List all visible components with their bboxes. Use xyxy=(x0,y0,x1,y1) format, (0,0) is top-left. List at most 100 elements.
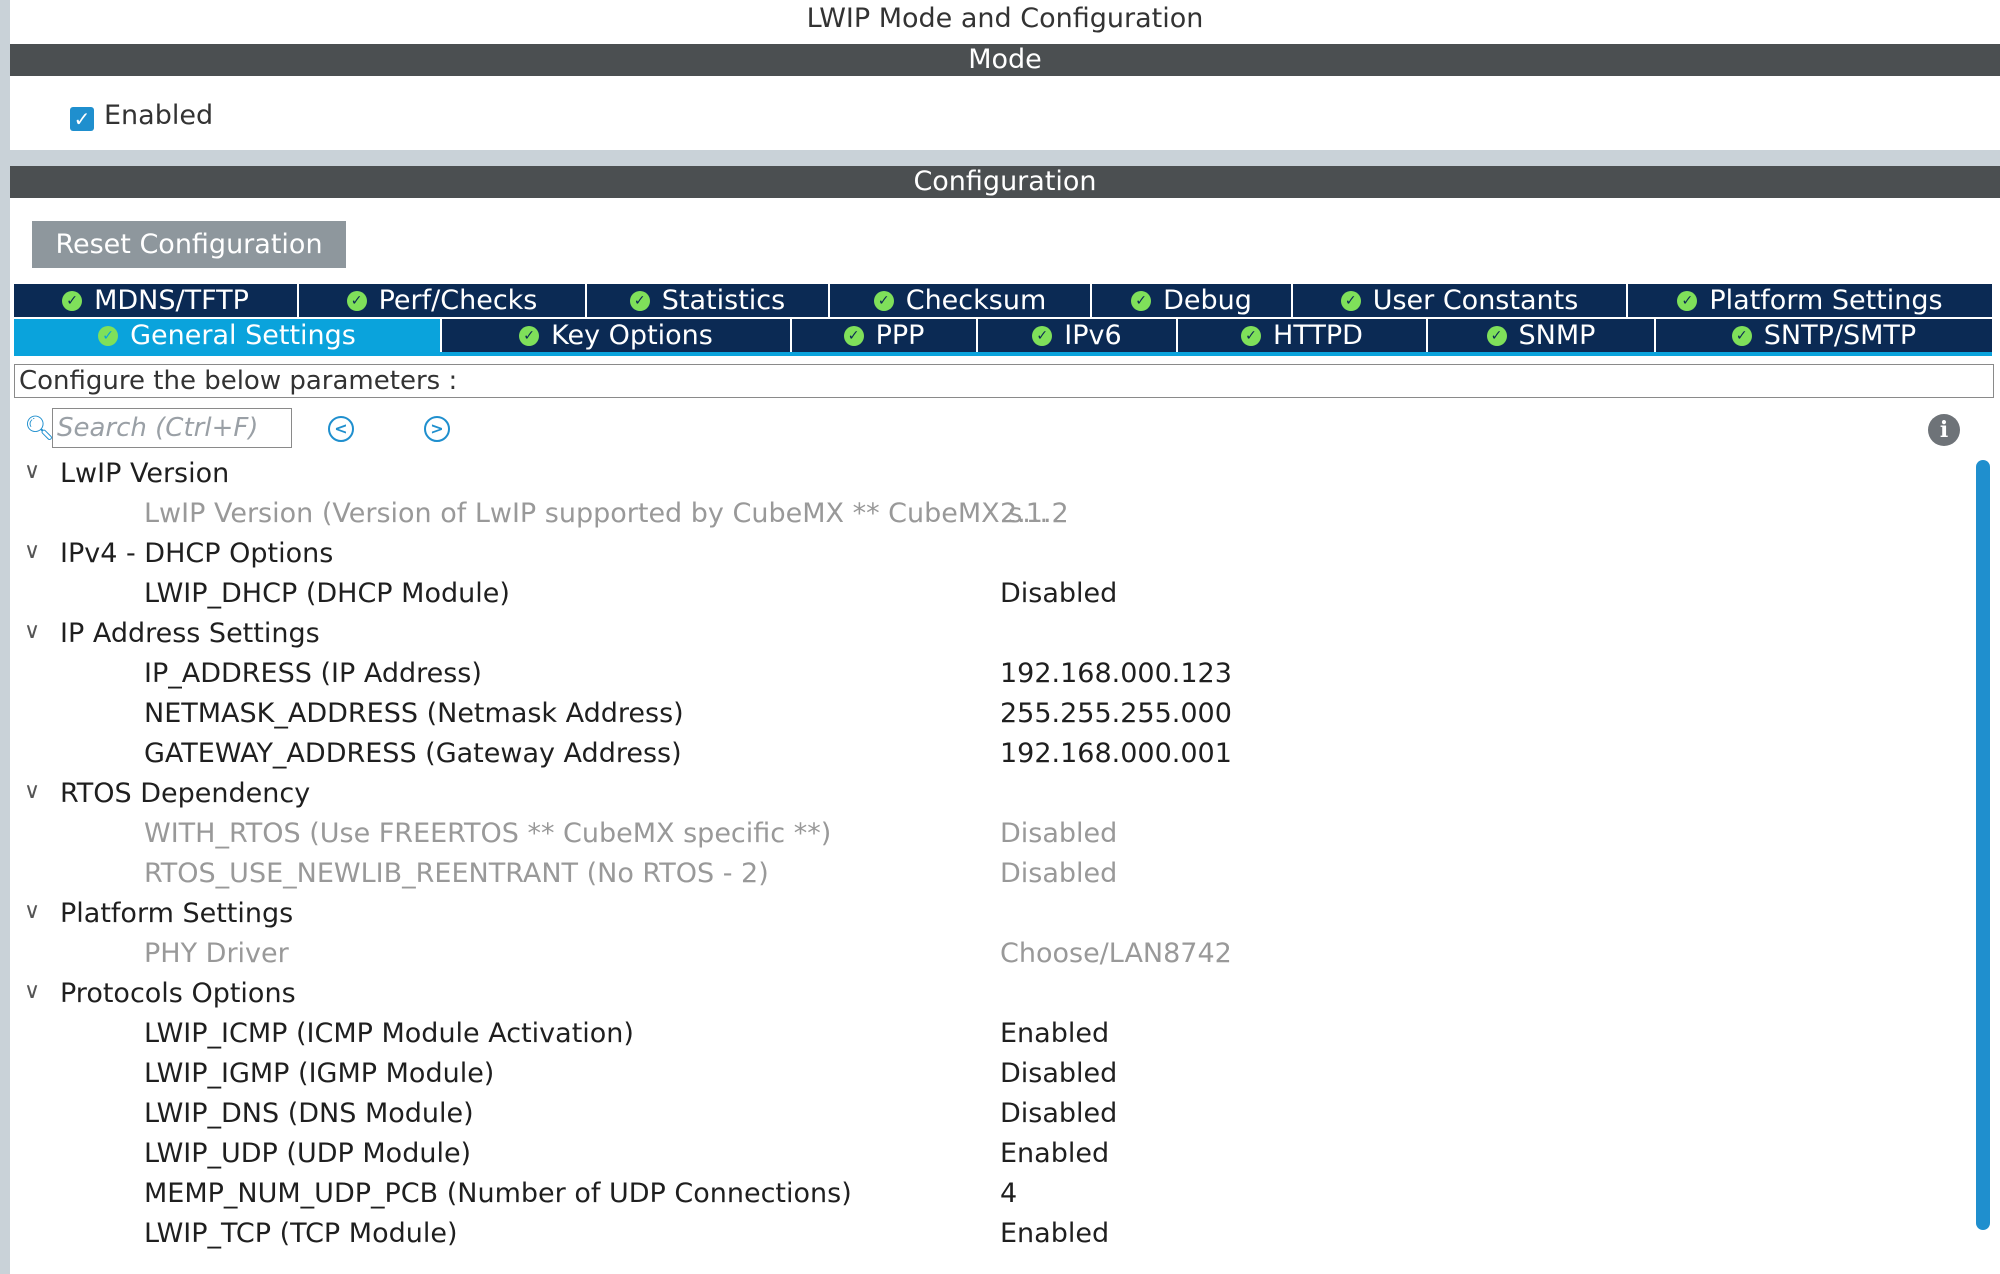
search-input[interactable] xyxy=(52,408,292,448)
configuration-panel: Reset Configuration ✓ MDNS/TFTP ✓ Perf/Che… xyxy=(10,198,2000,1274)
check-circle-icon: ✓ xyxy=(873,290,894,311)
tree-row[interactable]: LWIP_DNS (DNS Module) Disabled xyxy=(10,1096,1960,1136)
tab-label: HTTPD xyxy=(1273,320,1363,351)
tree-row[interactable]: LWIP_ICMP (ICMP Module Activation) Enable… xyxy=(10,1016,1960,1056)
tab-label: General Settings xyxy=(130,320,356,351)
tree-row[interactable]: LWIP_DHCP (DHCP Module) Disabled xyxy=(10,576,1960,616)
check-circle-icon: ✓ xyxy=(62,290,83,311)
check-circle-icon: ✓ xyxy=(1677,290,1698,311)
chevron-down-icon[interactable]: ∨ xyxy=(24,779,40,804)
group-title: RTOS Dependency xyxy=(60,778,311,809)
param-value: Enabled xyxy=(1000,1138,1110,1169)
tab-row-1: ✓ MDNS/TFTP ✓ Perf/Checks ✓ Statistics ✓ Che… xyxy=(14,284,1992,317)
tab-mdns-tftp[interactable]: ✓ MDNS/TFTP xyxy=(14,284,299,317)
window-title: LWIP Mode and Configuration xyxy=(10,0,2000,44)
chevron-down-icon[interactable]: ∨ xyxy=(24,979,40,1004)
param-value: Disabled xyxy=(1000,1098,1118,1129)
configure-instructions: Configure the below parameters : xyxy=(14,364,1994,398)
tab-platform-settings[interactable]: ✓ Platform Settings xyxy=(1628,284,1992,317)
tab-row-2: ✓ General Settings ✓ Key Options ✓ PPP ✓ IPv… xyxy=(14,319,1992,352)
chevron-down-icon[interactable]: ∨ xyxy=(24,619,40,644)
next-result-icon[interactable]: > xyxy=(424,416,450,442)
param-value: 2.1.2 xyxy=(1000,498,1069,529)
param-name: NETMASK_ADDRESS (Netmask Address) xyxy=(144,698,684,729)
tree-group-platform-settings[interactable]: ∨ Platform Settings xyxy=(10,896,1960,936)
group-title: Protocols Options xyxy=(60,978,296,1009)
tab-checksum[interactable]: ✓ Checksum xyxy=(830,284,1092,317)
tree-row[interactable]: IP_ADDRESS (IP Address) 192.168.000.123 xyxy=(10,656,1960,696)
tab-label: SNMP xyxy=(1518,320,1596,351)
param-value: 4 xyxy=(1000,1178,1018,1209)
check-circle-icon: ✓ xyxy=(98,325,119,346)
tab-sntp-smtp[interactable]: ✓ SNTP/SMTP xyxy=(1656,319,1992,352)
param-value: Disabled xyxy=(1000,1058,1118,1089)
tab-httpd[interactable]: ✓ HTTPD xyxy=(1178,319,1428,352)
param-name: MEMP_NUM_UDP_PCB (Number of UDP Connecti… xyxy=(144,1178,852,1209)
tree-row[interactable]: WITH_RTOS (Use FREERTOS ** CubeMX specif… xyxy=(10,816,1960,856)
tab-snmp[interactable]: ✓ SNMP xyxy=(1428,319,1656,352)
previous-result-icon[interactable]: < xyxy=(328,416,354,442)
tree-row[interactable]: PHY Driver Choose/LAN8742 xyxy=(10,936,1960,976)
tree-group-lwip-version[interactable]: ∨ LwIP Version xyxy=(10,456,1960,496)
tree-row[interactable]: LWIP_TCP (TCP Module) Enabled xyxy=(10,1216,1960,1256)
tab-user-constants[interactable]: ✓ User Constants xyxy=(1293,284,1628,317)
tree-row[interactable]: MEMP_NUM_UDP_PCB (Number of UDP Connecti… xyxy=(10,1176,1960,1216)
tree-group-rtos-dependency[interactable]: ∨ RTOS Dependency xyxy=(10,776,1960,816)
check-circle-icon: ✓ xyxy=(1131,290,1152,311)
param-name: LWIP_DNS (DNS Module) xyxy=(144,1098,474,1129)
param-name: PHY Driver xyxy=(144,938,289,969)
parameter-tree: ∨ LwIP Version LwIP Version (Version of L… xyxy=(10,456,1960,1256)
check-circle-icon: ✓ xyxy=(1032,325,1053,346)
search-icon: 🔍︎ xyxy=(24,414,55,442)
tree-group-protocols-options[interactable]: ∨ Protocols Options xyxy=(10,976,1960,1016)
param-name: RTOS_USE_NEWLIB_REENTRANT (No RTOS - 2) xyxy=(144,858,769,889)
check-circle-icon: ✓ xyxy=(1731,325,1752,346)
param-name: LWIP_IGMP (IGMP Module) xyxy=(144,1058,495,1089)
vertical-scrollbar[interactable] xyxy=(1976,460,1990,1230)
tab-statistics[interactable]: ✓ Statistics xyxy=(587,284,830,317)
tab-label: SNTP/SMTP xyxy=(1763,320,1917,351)
tab-ipv6[interactable]: ✓ IPv6 xyxy=(978,319,1178,352)
param-value: 192.168.000.001 xyxy=(1000,738,1232,769)
tab-label: Key Options xyxy=(551,320,713,351)
param-name: LwIP Version (Version of LwIP supported … xyxy=(144,498,1049,529)
chevron-down-icon[interactable]: ∨ xyxy=(24,539,40,564)
param-value: Disabled xyxy=(1000,818,1118,849)
tab-general-settings[interactable]: ✓ General Settings xyxy=(14,319,442,352)
param-value: 255.255.255.000 xyxy=(1000,698,1232,729)
tree-row[interactable]: GATEWAY_ADDRESS (Gateway Address) 192.168… xyxy=(10,736,1960,776)
tab-perf-checks[interactable]: ✓ Perf/Checks xyxy=(299,284,587,317)
check-circle-icon: ✓ xyxy=(843,325,864,346)
param-value: Disabled xyxy=(1000,578,1118,609)
param-value: Enabled xyxy=(1000,1218,1110,1249)
tree-group-ip-address[interactable]: ∨ IP Address Settings xyxy=(10,616,1960,656)
tab-ppp[interactable]: ✓ PPP xyxy=(792,319,978,352)
param-name: WITH_RTOS (Use FREERTOS ** CubeMX specif… xyxy=(144,818,832,849)
reset-configuration-button[interactable]: Reset Configuration xyxy=(32,221,346,268)
enabled-checkbox[interactable]: ✓ xyxy=(70,107,94,131)
tab-debug[interactable]: ✓ Debug xyxy=(1092,284,1293,317)
group-title: IPv4 - DHCP Options xyxy=(60,538,334,569)
enabled-label[interactable]: Enabled xyxy=(104,100,213,131)
tab-label: PPP xyxy=(875,320,925,351)
tab-underline xyxy=(14,352,1992,356)
tree-row[interactable]: NETMASK_ADDRESS (Netmask Address) 255.255… xyxy=(10,696,1960,736)
tab-label: Checksum xyxy=(905,285,1047,316)
tab-key-options[interactable]: ✓ Key Options xyxy=(442,319,792,352)
param-value: 192.168.000.123 xyxy=(1000,658,1232,689)
tab-label: User Constants xyxy=(1372,285,1579,316)
tree-group-ipv4-dhcp[interactable]: ∨ IPv4 - DHCP Options xyxy=(10,536,1960,576)
mode-header: Mode xyxy=(10,44,2000,76)
param-name: LWIP_DHCP (DHCP Module) xyxy=(144,578,510,609)
tree-row[interactable]: LwIP Version (Version of LwIP supported … xyxy=(10,496,1960,536)
tab-label: MDNS/TFTP xyxy=(94,285,249,316)
info-icon[interactable]: i xyxy=(1928,414,1960,446)
chevron-down-icon[interactable]: ∨ xyxy=(24,899,40,924)
tab-label: Statistics xyxy=(661,285,786,316)
tree-row[interactable]: RTOS_USE_NEWLIB_REENTRANT (No RTOS - 2) D… xyxy=(10,856,1960,896)
chevron-down-icon[interactable]: ∨ xyxy=(24,459,40,484)
param-name: LWIP_UDP (UDP Module) xyxy=(144,1138,472,1169)
check-circle-icon: ✓ xyxy=(1241,325,1262,346)
tree-row[interactable]: LWIP_IGMP (IGMP Module) Disabled xyxy=(10,1056,1960,1096)
tree-row[interactable]: LWIP_UDP (UDP Module) Enabled xyxy=(10,1136,1960,1176)
